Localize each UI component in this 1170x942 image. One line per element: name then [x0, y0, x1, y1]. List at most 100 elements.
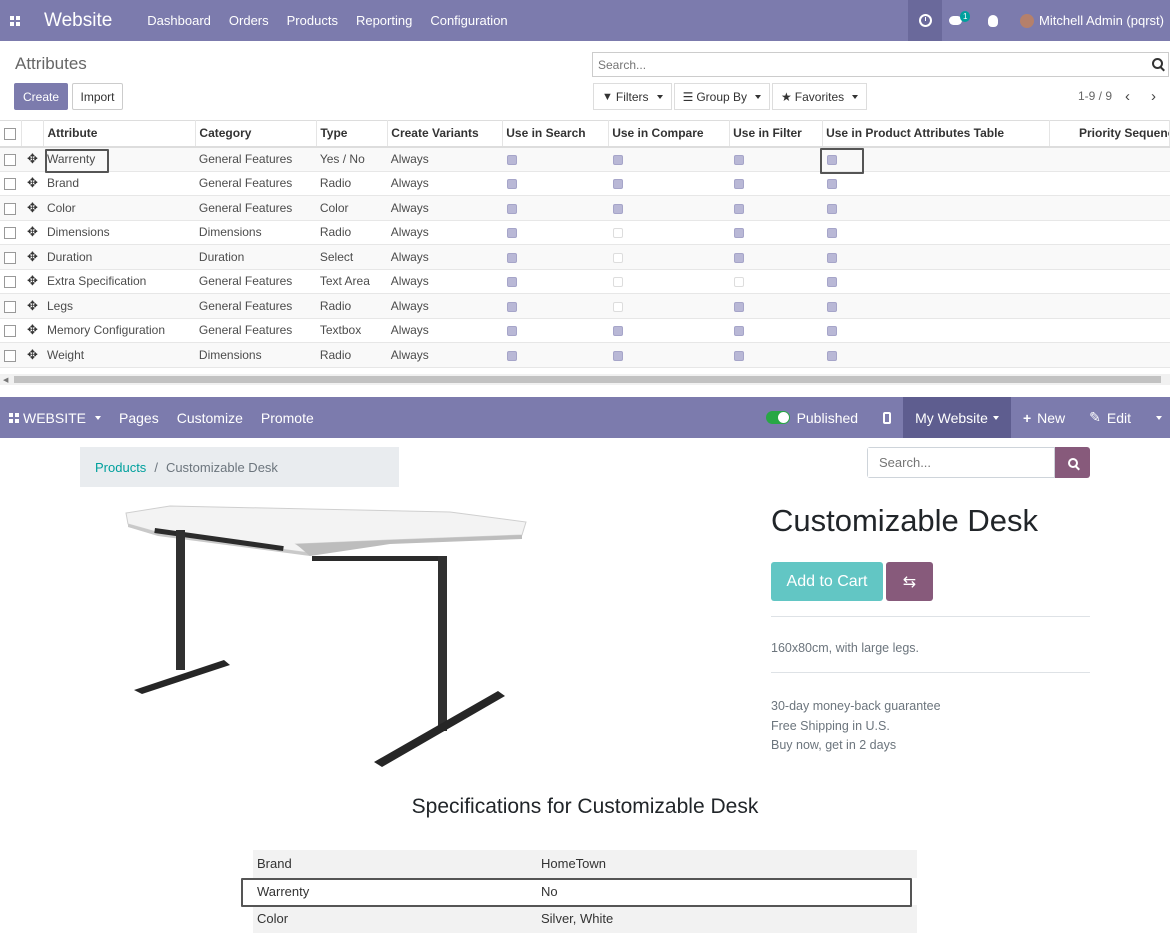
- filters-dropdown[interactable]: ▼ Filters: [593, 83, 672, 110]
- checkbox-cell[interactable]: [822, 293, 1050, 319]
- website-menu-button[interactable]: WEBSITE: [0, 410, 110, 426]
- checkbox-search[interactable]: [506, 154, 517, 165]
- favorites-dropdown[interactable]: ★ Favorites: [772, 83, 868, 110]
- checkbox-compare[interactable]: [612, 154, 623, 165]
- checkbox-search[interactable]: [506, 301, 517, 312]
- checkbox-cell[interactable]: [729, 171, 823, 196]
- checkbox-compare[interactable]: [612, 301, 623, 312]
- checkbox-cell[interactable]: [608, 171, 730, 196]
- pages-menu[interactable]: Pages: [110, 410, 168, 426]
- checkbox-filter[interactable]: [733, 228, 744, 239]
- checkbox-cell[interactable]: [729, 220, 823, 245]
- row-select-cell[interactable]: [0, 244, 22, 270]
- checkbox-cell[interactable]: [729, 195, 823, 221]
- drag-handle[interactable]: ✥: [21, 342, 44, 368]
- edit-button[interactable]: ✎ Edit: [1077, 397, 1143, 438]
- checkbox-cell[interactable]: [822, 171, 1050, 196]
- checkbox-cell[interactable]: [502, 171, 609, 196]
- checkbox-cell[interactable]: [502, 146, 609, 172]
- checkbox-table[interactable]: [826, 228, 837, 239]
- drag-handle[interactable]: ✥: [21, 171, 44, 196]
- checkbox-cell[interactable]: [608, 318, 730, 343]
- product-search-button[interactable]: [1055, 447, 1090, 478]
- row-select-cell[interactable]: [0, 195, 22, 221]
- checkbox-cell[interactable]: [729, 146, 823, 172]
- checkbox-table[interactable]: [826, 277, 837, 288]
- user-menu[interactable]: Mitchell Admin (pqrst): [1010, 13, 1170, 28]
- checkbox-cell[interactable]: [822, 269, 1050, 294]
- search-input[interactable]: [593, 53, 1168, 76]
- messaging-button[interactable]: 1: [942, 0, 976, 41]
- checkbox-table[interactable]: [826, 301, 837, 312]
- import-button[interactable]: Import: [72, 83, 123, 110]
- scrollbar-thumb[interactable]: [14, 376, 1161, 383]
- column-category[interactable]: Category: [195, 120, 318, 148]
- row-select-cell[interactable]: [0, 318, 22, 343]
- drag-handle[interactable]: ✥: [21, 244, 44, 270]
- checkbox-search[interactable]: [506, 350, 517, 361]
- add-to-cart-button[interactable]: Add to Cart: [771, 562, 883, 601]
- pager-next-button[interactable]: ›: [1151, 88, 1156, 105]
- published-toggle[interactable]: Published: [765, 410, 872, 426]
- customize-menu[interactable]: Customize: [168, 410, 252, 426]
- menu-dashboard[interactable]: Dashboard: [138, 13, 220, 28]
- menu-configuration[interactable]: Configuration: [421, 13, 516, 28]
- checkbox-cell[interactable]: [502, 195, 609, 221]
- row-select-cell[interactable]: [0, 220, 22, 245]
- checkbox-cell[interactable]: [502, 220, 609, 245]
- checkbox-filter[interactable]: [733, 154, 744, 165]
- checkbox-filter[interactable]: [733, 326, 744, 337]
- checkbox-cell[interactable]: [608, 269, 730, 294]
- row-select-checkbox[interactable]: [4, 349, 16, 362]
- menu-orders[interactable]: Orders: [220, 13, 278, 28]
- checkbox-cell[interactable]: [608, 342, 730, 368]
- groupby-dropdown[interactable]: ☰ Group By: [673, 83, 771, 110]
- table-row[interactable]: ✥ Memory Configuration General Features Tex…: [0, 318, 1170, 343]
- checkbox-cell[interactable]: [608, 146, 730, 172]
- checkbox-cell[interactable]: [729, 269, 823, 294]
- checkbox-filter[interactable]: [733, 179, 744, 190]
- checkbox-cell[interactable]: [822, 342, 1050, 368]
- checkbox-cell[interactable]: [729, 293, 823, 319]
- checkbox-table[interactable]: [826, 326, 837, 337]
- checkbox-search[interactable]: [506, 179, 517, 190]
- checkbox-compare[interactable]: [612, 228, 623, 239]
- product-search-input[interactable]: [868, 448, 1054, 477]
- checkbox-cell[interactable]: [729, 318, 823, 343]
- breadcrumb-products-link[interactable]: Products: [95, 460, 146, 475]
- activity-button[interactable]: [908, 0, 943, 41]
- checkbox-cell[interactable]: [502, 269, 609, 294]
- checkbox-compare[interactable]: [612, 326, 623, 337]
- checkbox-table[interactable]: [826, 350, 837, 361]
- checkbox-cell[interactable]: [502, 293, 609, 319]
- checkbox-table[interactable]: [826, 203, 837, 214]
- checkbox-cell[interactable]: [822, 195, 1050, 221]
- checkbox-table[interactable]: [826, 252, 837, 263]
- row-select-cell[interactable]: [0, 293, 22, 319]
- edit-options-dropdown[interactable]: [1143, 397, 1170, 438]
- create-button[interactable]: Create: [14, 83, 68, 110]
- checkbox-compare[interactable]: [612, 252, 623, 263]
- column-priority-sequence[interactable]: Priority Sequence: [1049, 120, 1170, 148]
- checkbox-compare[interactable]: [612, 203, 623, 214]
- checkbox-table[interactable]: [826, 179, 837, 190]
- column-use-in-filter[interactable]: Use in Filter: [729, 120, 824, 148]
- row-select-checkbox[interactable]: [4, 300, 16, 313]
- column-create-variants[interactable]: Create Variants: [387, 120, 504, 148]
- row-select-checkbox[interactable]: [4, 276, 16, 289]
- pager-value[interactable]: 1-9 / 9: [1078, 89, 1112, 103]
- row-select-cell[interactable]: [0, 269, 22, 294]
- drag-handle[interactable]: ✥: [21, 220, 44, 245]
- drag-handle[interactable]: ✥: [21, 318, 44, 343]
- search-button[interactable]: [1152, 58, 1163, 69]
- checkbox-cell[interactable]: [502, 342, 609, 368]
- checkbox-filter[interactable]: [733, 203, 744, 214]
- drag-handle[interactable]: ✥: [21, 146, 44, 172]
- checkbox-cell[interactable]: [608, 220, 730, 245]
- checkbox-search[interactable]: [506, 252, 517, 263]
- checkbox-filter[interactable]: [733, 252, 744, 263]
- row-select-checkbox[interactable]: [4, 153, 16, 166]
- checkbox-cell[interactable]: [608, 195, 730, 221]
- checkbox-compare[interactable]: [612, 350, 623, 361]
- checkbox-cell[interactable]: [822, 220, 1050, 245]
